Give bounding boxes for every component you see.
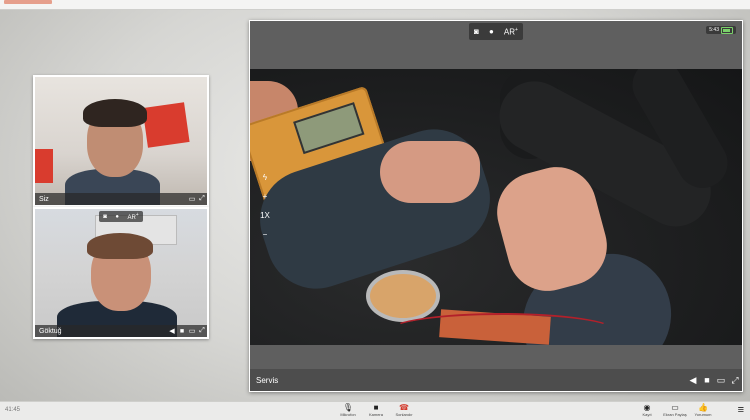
user-icon[interactable]: ●	[489, 27, 494, 36]
video-icon[interactable]: ■	[700, 375, 714, 385]
peer-tile-bar: Göktuğ ◀ ■ ▭ ⤢	[35, 325, 207, 337]
microphone-icon: 🎙	[342, 403, 354, 412]
peer-video-feed	[35, 209, 207, 337]
main-top-controls: ◙ ● AR+	[469, 23, 523, 40]
person-hair	[87, 233, 153, 259]
device-status: 5:43	[706, 26, 736, 34]
comment-button[interactable]: 👍 Yorumum	[692, 403, 714, 418]
zoom-out-button[interactable]: −	[263, 230, 268, 239]
ar-toggle[interactable]: AR+	[127, 212, 138, 221]
ar-label: AR	[127, 215, 136, 221]
extra-controls: ◉ Kayıt ▭ Ekran Paylaş 👍 Yorumum	[636, 403, 714, 418]
background-poster	[142, 102, 190, 148]
camera-label: Kamera	[368, 412, 383, 417]
technician-hand	[380, 141, 480, 203]
bottom-toolbar: 41:45 🎙 Mikrofon ■ Kamera ☎ Sonlandır ◉ …	[0, 401, 750, 420]
peer-top-controls: ◙ ● AR+	[99, 211, 143, 222]
menu-icon[interactable]: ≡	[738, 405, 744, 416]
camera-button[interactable]: ■ Kamera	[365, 403, 387, 418]
picture-in-picture-icon[interactable]: ▭	[187, 327, 197, 335]
fullscreen-icon[interactable]: ⤢	[197, 327, 207, 335]
record-icon: ◉	[643, 403, 651, 412]
fullscreen-icon[interactable]: ⤢	[728, 375, 742, 386]
picture-in-picture-icon[interactable]: ▭	[187, 195, 197, 203]
microphone-label: Mikrofon	[340, 412, 356, 417]
zoom-in-button[interactable]: +	[263, 192, 268, 201]
battery-icon	[721, 26, 733, 34]
record-button[interactable]: ◉ Kayıt	[636, 403, 658, 418]
user-icon[interactable]: ●	[115, 214, 119, 220]
hangup-button[interactable]: ☎ Sonlandır	[393, 403, 415, 418]
picture-in-picture-icon[interactable]: ▭	[714, 375, 728, 386]
screen-share-button[interactable]: ▭ Ekran Paylaş	[663, 403, 687, 418]
thumbs-up-icon: 👍	[698, 403, 708, 412]
ar-sup: +	[515, 26, 518, 33]
snapshot-icon[interactable]: ◙	[474, 27, 479, 36]
comment-label: Yorumum	[694, 412, 712, 417]
volume-icon[interactable]: ◀	[686, 375, 700, 386]
brand-logo	[4, 0, 52, 4]
main-tile-bar: Servis ◀ ■ ▭ ⤢	[250, 369, 742, 391]
screen-share-label: Ekran Paylaş	[663, 412, 687, 417]
ar-toggle[interactable]: AR+	[504, 27, 518, 37]
main-tile-name: Servis	[256, 375, 279, 385]
fullscreen-icon[interactable]: ⤢	[197, 195, 207, 203]
self-video-feed	[35, 77, 207, 205]
microphone-button[interactable]: 🎙 Mikrofon	[337, 403, 359, 418]
call-controls: 🎙 Mikrofon ■ Kamera ☎ Sonlandır	[337, 403, 415, 418]
zoom-level: 1X	[260, 211, 270, 220]
peer-video-tile[interactable]: ◙ ● AR+ Göktuğ ◀ ■ ▭ ⤢	[33, 207, 209, 339]
radiator-cap	[370, 274, 436, 318]
top-bar	[0, 0, 750, 10]
peer-tile-name: Göktuğ	[39, 327, 62, 335]
ar-sup: +	[135, 212, 139, 218]
camera-icon: ■	[373, 403, 379, 412]
snapshot-icon[interactable]: ◙	[103, 214, 107, 220]
background-poster	[35, 149, 53, 183]
self-video-tile[interactable]: Siz ▭ ⤢	[33, 75, 209, 207]
self-tile-bar: Siz ▭ ⤢	[35, 193, 207, 205]
red-probe-wire	[390, 313, 614, 345]
hangup-icon: ☎	[399, 403, 409, 412]
call-timer: 41:45	[5, 407, 21, 413]
ar-label: AR	[503, 27, 515, 37]
screen-share-icon: ▭	[671, 403, 679, 412]
multimeter-screen	[293, 102, 365, 155]
device-time: 5:43	[709, 27, 719, 33]
main-video-tile[interactable]: ◙ ● AR+ 5:43 ϟ + 1X − Servis ◀ ■ ▭ ⤢	[249, 20, 743, 392]
flash-icon[interactable]: ϟ	[263, 173, 267, 182]
volume-icon[interactable]: ◀	[167, 327, 177, 335]
video-icon[interactable]: ■	[177, 328, 187, 335]
hangup-label: Sonlandır	[395, 412, 413, 417]
self-tile-name: Siz	[39, 195, 49, 203]
record-label: Kayıt	[642, 412, 652, 417]
person-hair	[83, 99, 147, 127]
zoom-controls: ϟ + 1X −	[257, 173, 273, 239]
main-video-feed	[250, 69, 742, 345]
